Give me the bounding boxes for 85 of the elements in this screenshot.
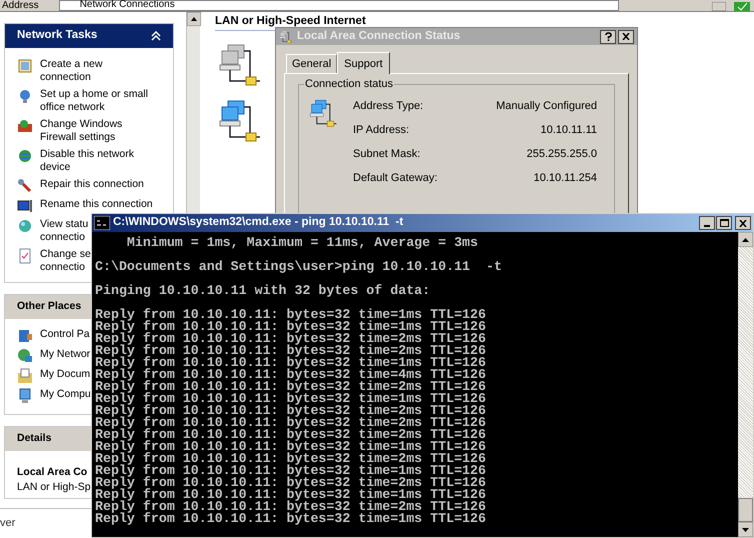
console-line: Reply from 10.10.10.11: bytes=32 time=1ms TTL=126 (95, 489, 487, 501)
help-icon (604, 32, 612, 42)
network-icon (309, 99, 339, 130)
console-line: Pinging 10.10.10.11 with 32 bytes of data: (95, 285, 432, 297)
task-link[interactable]: Rename this connection (40, 198, 153, 211)
address-label: Address (1, 1, 40, 11)
field-value: 10.10.11.11 (540, 123, 597, 138)
console-line: Reply from 10.10.10.11: bytes=32 time=2ms TTL=126 (95, 345, 487, 357)
console-line: Reply from 10.10.10.11: bytes=32 time=2ms TTL=126 (95, 453, 487, 465)
task-link[interactable]: My Networ (40, 348, 90, 361)
panel-title: Network Tasks (17, 28, 98, 44)
scroll-up-icon[interactable] (187, 12, 201, 26)
minimize-button[interactable] (699, 216, 715, 230)
console-line: Reply from 10.10.10.11: bytes=32 time=2ms TTL=126 (95, 381, 487, 393)
window-icon (17, 328, 33, 344)
task-link[interactable]: Repair this connection (40, 178, 144, 191)
console-line: Reply from 10.10.10.11: bytes=32 time=1ms TTL=126 (95, 465, 487, 477)
dialog-title: Local Area Connection Status (297, 29, 460, 44)
wrench-icon (17, 178, 33, 194)
console-line: Reply from 10.10.10.11: bytes=32 time=2ms TTL=126 (95, 477, 487, 489)
detail-name: Local Area Co (17, 465, 88, 479)
console-line: C:\Documents and Settings\user>ping 10.10.10.11 -t (95, 261, 503, 273)
task-link[interactable]: Create a new connection (40, 58, 102, 84)
close-button[interactable] (735, 216, 751, 230)
console-line: Reply from 10.10.10.11: bytes=32 time=1ms TTL=126 (95, 309, 487, 321)
task-link[interactable]: Disable this network device (40, 148, 134, 174)
panel-header[interactable]: Details (5, 427, 91, 451)
panel-header[interactable]: Network Tasks (5, 24, 173, 48)
minimize-icon (704, 225, 710, 227)
collapse-icon[interactable] (151, 31, 161, 41)
task-link[interactable]: Change Windows Firewall settings (40, 118, 122, 144)
help-button[interactable] (600, 30, 616, 44)
go-icon[interactable] (734, 2, 750, 11)
panel-title: Details (17, 431, 52, 446)
address-field[interactable]: Network Connections (58, 0, 619, 11)
document-icon (17, 248, 33, 264)
task-link[interactable]: Control Pa (40, 328, 90, 341)
console-line: Reply from 10.10.10.11: bytes=32 time=2ms TTL=126 (95, 333, 487, 345)
console-line: Reply from 10.10.10.11: bytes=32 time=1ms TTL=126 (95, 513, 487, 525)
field-label: Subnet Mask: (353, 147, 422, 162)
task-link[interactable]: My Docum (40, 368, 90, 381)
console-line: Reply from 10.10.10.11: bytes=32 time=2ms TTL=126 (95, 501, 487, 513)
computer-icon (17, 388, 33, 404)
task-link[interactable]: My Compu (40, 388, 91, 401)
console-line: Reply from 10.10.10.11: bytes=32 time=1ms TTL=126 (95, 321, 487, 333)
field-value: Manually Configured (495, 99, 597, 114)
task-link[interactable]: View statu connectio (40, 218, 88, 244)
tab[interactable]: General (286, 54, 338, 74)
console-line: Reply from 10.10.10.11: bytes=32 time=2ms TTL=126 (95, 417, 487, 429)
panel-header[interactable]: Other Places (5, 295, 91, 319)
field-label: Default Gateway: (353, 171, 438, 186)
status-text: ver (0, 516, 16, 532)
field-value: 255.255.255.0 (526, 147, 597, 162)
maximize-button[interactable] (716, 216, 732, 230)
console-icon (94, 216, 110, 230)
console-line: Minimum = 1ms, Maximum = 11ms, Average = 3ms (126, 237, 480, 249)
window-title: C:\WINDOWS\system32\cmd.exe - ping 10.10.10.11 -t (113, 215, 404, 230)
panel-title: Other Places (17, 299, 82, 314)
task-link[interactable]: Change se connectio (40, 248, 91, 274)
console-line: Reply from 10.10.10.11: bytes=32 time=2ms TTL=126 (95, 429, 487, 441)
wizard-icon (17, 58, 33, 74)
detail-type: LAN or High-Sp (17, 481, 91, 494)
scroll-thumb[interactable] (738, 498, 753, 522)
network-icon (279, 30, 293, 44)
console-line: Reply from 10.10.10.11: bytes=32 time=1ms TTL=126 (95, 441, 487, 453)
scroll-down-icon[interactable] (738, 522, 753, 537)
console-line: Reply from 10.10.10.11: bytes=32 time=4ms TTL=126 (95, 369, 487, 381)
scrollbar[interactable] (738, 232, 753, 537)
maximize-icon (720, 219, 728, 227)
firewall-icon (17, 118, 33, 134)
network-icon (17, 348, 33, 364)
tab[interactable]: Support (337, 52, 390, 74)
scroll-up-icon[interactable] (738, 232, 753, 247)
field-value: 10.10.11.254 (532, 171, 597, 186)
screen-icon (17, 198, 33, 214)
console-line: Reply from 10.10.10.11: bytes=32 time=1ms TTL=126 (95, 357, 487, 369)
close-icon (739, 220, 747, 226)
close-button[interactable] (618, 30, 634, 44)
task-link[interactable]: Set up a home or small office network (40, 88, 148, 114)
field-label: IP Address: (353, 123, 410, 138)
console-line: Reply from 10.10.10.11: bytes=32 time=1ms TTL=126 (95, 393, 487, 405)
folder-icon (17, 368, 33, 384)
close-icon (622, 33, 630, 40)
console-line: Reply from 10.10.10.11: bytes=32 time=2ms TTL=126 (95, 405, 487, 417)
field-label: Address Type: (353, 99, 424, 114)
